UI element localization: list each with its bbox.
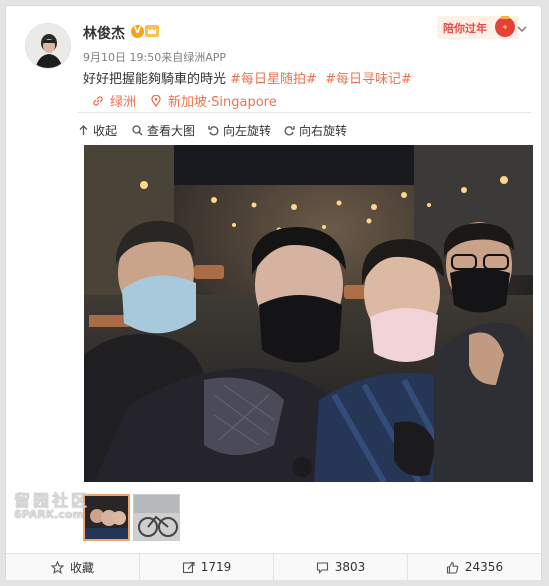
topic-link-1[interactable]: #每日星随拍#: [230, 72, 317, 87]
topic-link-2[interactable]: #每日寻味记#: [325, 72, 412, 87]
repost-count: 1719: [200, 560, 232, 574]
vip-badge: V: [131, 25, 144, 38]
favorite-label: 收藏: [69, 560, 94, 575]
chevron-down-icon[interactable]: [517, 24, 527, 34]
collapse-icon: [79, 125, 88, 135]
rotate-right-label: 向右旋转: [299, 124, 348, 138]
post-actions: 收藏 1719 3803 24356: [6, 553, 541, 580]
collapse-button[interactable]: 收起: [78, 122, 117, 139]
oasis-link[interactable]: 绿洲: [110, 91, 136, 110]
magnify-icon: [132, 125, 143, 136]
like-count: 24356: [464, 560, 504, 574]
main-photo[interactable]: [84, 145, 533, 482]
view-large-label: 查看大图: [147, 124, 196, 138]
rotate-right-button[interactable]: 向右旋转: [284, 122, 347, 139]
post-meta: 9月10日 19:50来自绿洲APP: [83, 51, 226, 64]
thumbnail-1[interactable]: [83, 494, 130, 541]
view-large-button[interactable]: 查看大图: [132, 122, 195, 139]
rotate-left-icon: [208, 126, 219, 136]
comment-icon: [316, 561, 328, 574]
star-icon: [50, 560, 64, 574]
repost-button[interactable]: 1719: [140, 554, 274, 580]
rotate-right-icon: [284, 126, 295, 136]
post-text: 好好把握能夠騎車的時光 #每日星随拍# #每日寻味记#: [83, 68, 412, 87]
avatar[interactable]: [25, 23, 71, 69]
post-body: 好好把握能夠騎車的時光: [83, 72, 227, 87]
favorite-button[interactable]: 收藏: [6, 554, 140, 580]
like-icon: [446, 561, 459, 574]
like-button[interactable]: 24356: [408, 554, 541, 580]
thumbnail-2[interactable]: [133, 494, 180, 541]
collapse-label: 收起: [93, 124, 118, 138]
rotate-left-button[interactable]: 向左旋转: [208, 122, 271, 139]
image-toolbar: 收起 查看大图 向左旋转 向右旋转: [78, 112, 531, 140]
new-year-banner-label[interactable]: 陪你过年: [443, 20, 487, 36]
crown-icon: [145, 25, 159, 37]
username[interactable]: 林俊杰: [83, 23, 125, 43]
repost-icon: [182, 561, 195, 573]
location-link[interactable]: 新加坡·Singapore: [168, 91, 277, 110]
comment-count: 3803: [334, 560, 366, 574]
comment-button[interactable]: 3803: [274, 554, 408, 580]
link-icon: [93, 95, 103, 106]
watermark-url: 6PARK.com: [14, 508, 84, 521]
location-pin-icon: [151, 94, 161, 107]
rotate-left-label: 向左旋转: [223, 124, 272, 138]
post-links: 绿洲 新加坡·Singapore: [92, 91, 277, 110]
